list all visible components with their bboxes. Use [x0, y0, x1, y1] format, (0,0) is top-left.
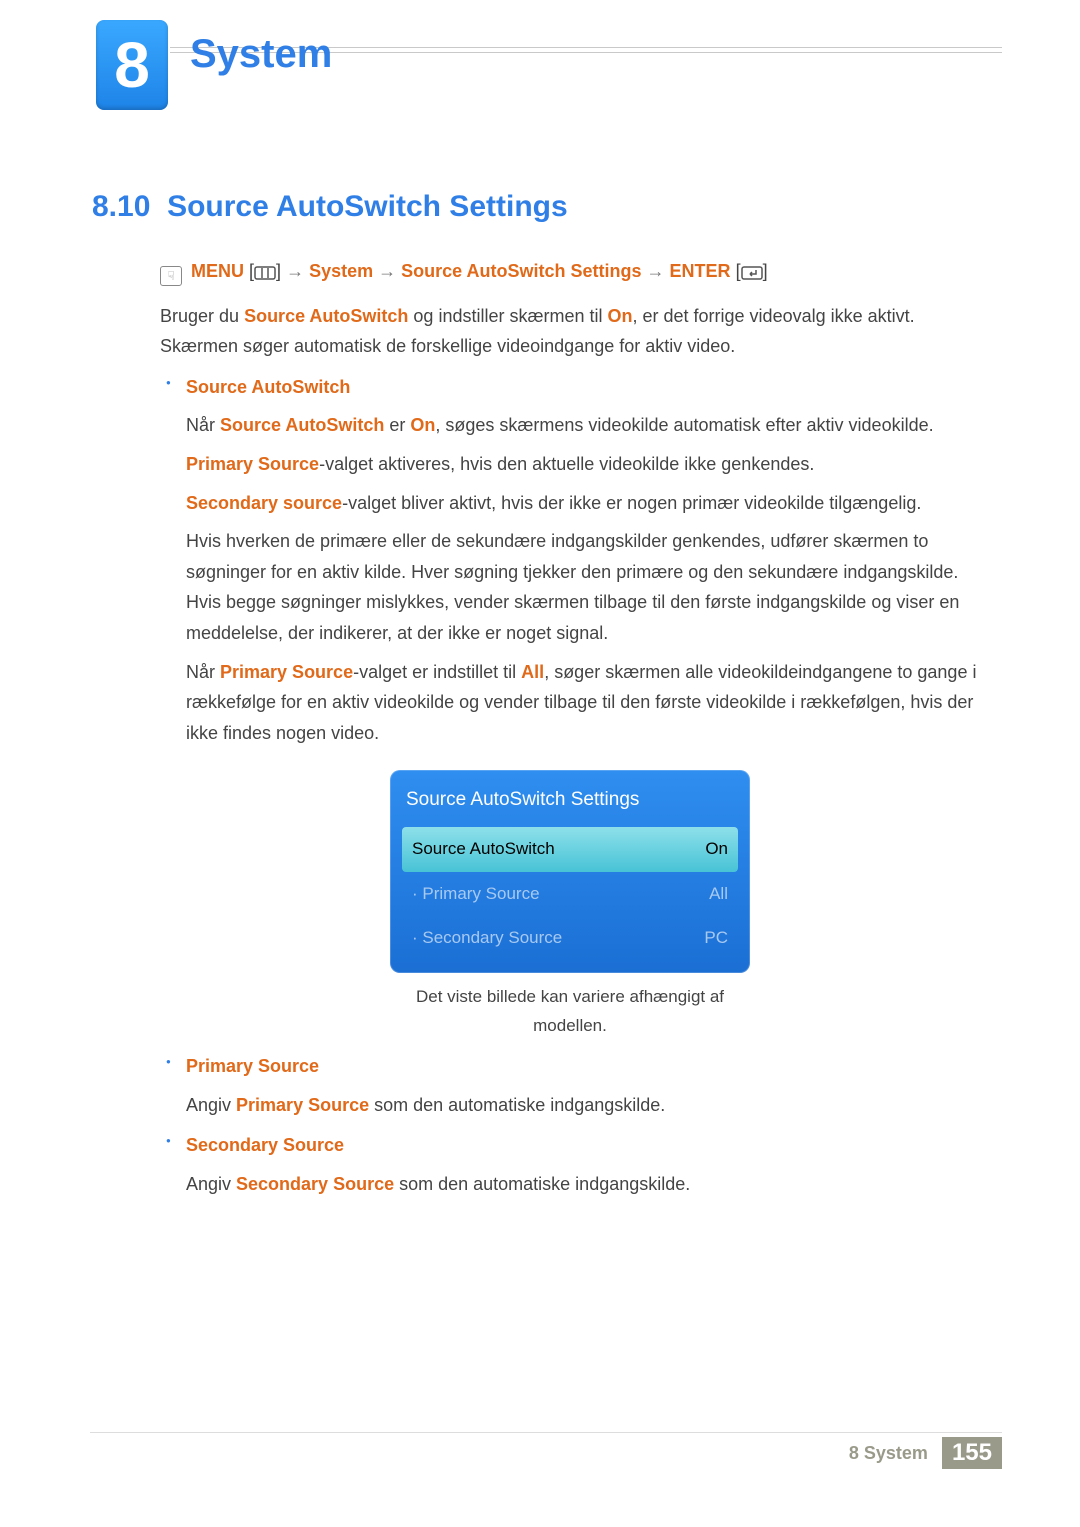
chapter-number: 8: [114, 28, 150, 102]
bullet-source-autoswitch: Source AutoSwitch: [160, 372, 980, 403]
osd-figure: Source AutoSwitch Settings Source AutoSw…: [390, 770, 750, 1041]
osd-title: Source AutoSwitch Settings: [402, 778, 738, 826]
osd-box: Source AutoSwitch Settings Source AutoSw…: [390, 770, 750, 973]
osd-row-secondary-source: Secondary Source PC: [402, 916, 738, 961]
nav-menu: MENU: [191, 261, 244, 281]
sa-p4: Hvis hverken de primære eller de sekundæ…: [160, 526, 980, 648]
sa-p5: Når Primary Source-valget er indstillet …: [160, 657, 980, 749]
sa-p1: Når Source AutoSwitch er On, søges skærm…: [160, 410, 980, 441]
nav-enter: ENTER: [670, 261, 736, 281]
nav-page: Source AutoSwitch Settings: [401, 261, 646, 281]
osd-row-label: Secondary Source: [412, 924, 562, 953]
osd-caption: Det viste billede kan variere afhængigt …: [390, 983, 750, 1041]
nav-bracket-close: ]: [276, 261, 286, 281]
footer-bar: 8 System 155: [849, 1437, 1002, 1469]
section-heading: 8.10 Source AutoSwitch Settings: [92, 190, 568, 224]
content-block: ☟ MENU [] → System → Source AutoSwitch S…: [160, 248, 980, 1199]
section-title: Source AutoSwitch Settings: [167, 190, 568, 223]
nav-arrow-2: →: [378, 261, 396, 281]
bullet-primary-source: Primary Source: [160, 1051, 980, 1082]
osd-row-value: All: [709, 880, 728, 909]
nav-bracket-close-2: ]: [763, 261, 768, 281]
osd-row-label: Primary Source: [412, 880, 540, 909]
nav-path: ☟ MENU [] → System → Source AutoSwitch S…: [160, 256, 980, 287]
footer-label: 8 System: [849, 1443, 928, 1464]
bullet-heading-sa: Source AutoSwitch: [186, 377, 350, 397]
ss-paragraph: Angiv Secondary Source som den automatis…: [160, 1169, 980, 1200]
bullet-heading-ss: Secondary Source: [186, 1135, 344, 1155]
nav-arrow-3: →: [647, 261, 665, 281]
bullet-secondary-source: Secondary Source: [160, 1130, 980, 1161]
sa-p3: Secondary source-valget bliver aktivt, h…: [160, 488, 980, 519]
footer-rule: [90, 1432, 1002, 1433]
nav-arrow-1: →: [286, 261, 304, 281]
osd-row-source-autoswitch: Source AutoSwitch On: [402, 827, 738, 872]
intro-paragraph: Bruger du Source AutoSwitch og indstille…: [160, 301, 980, 362]
menu-button-icon: [254, 266, 276, 280]
nav-system: System: [309, 261, 378, 281]
chapter-number-tab: 8: [96, 20, 168, 110]
osd-row-label: Source AutoSwitch: [412, 835, 555, 864]
remote-icon: ☟: [160, 266, 182, 286]
osd-row-primary-source: Primary Source All: [402, 872, 738, 917]
ps-paragraph: Angiv Primary Source som den automatiske…: [160, 1090, 980, 1121]
footer-page-number: 155: [942, 1437, 1002, 1469]
section-number: 8.10: [92, 190, 150, 223]
bullet-heading-ps: Primary Source: [186, 1056, 319, 1076]
chapter-title: System: [190, 32, 332, 77]
osd-row-value: PC: [704, 924, 728, 953]
enter-button-icon: [741, 266, 763, 280]
osd-row-value: On: [705, 835, 728, 864]
sa-p2: Primary Source-valget aktiveres, hvis de…: [160, 449, 980, 480]
